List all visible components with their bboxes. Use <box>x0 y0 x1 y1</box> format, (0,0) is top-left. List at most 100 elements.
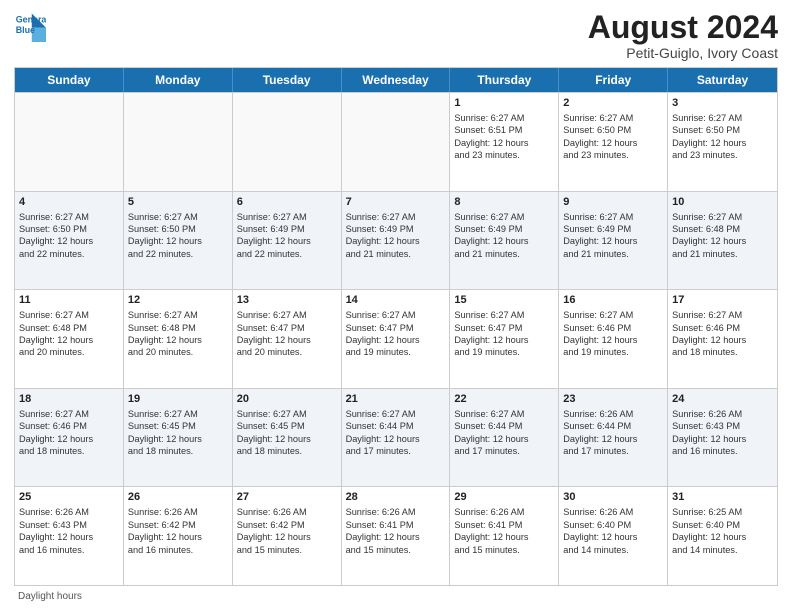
day-info: Sunrise: 6:26 AM Sunset: 6:43 PM Dayligh… <box>672 409 746 456</box>
day-number: 29 <box>454 490 554 505</box>
day-cell-6: 6Sunrise: 6:27 AM Sunset: 6:49 PM Daylig… <box>233 192 342 290</box>
legend: Daylight hours <box>14 591 778 602</box>
day-info: Sunrise: 6:27 AM Sunset: 6:44 PM Dayligh… <box>454 409 528 456</box>
day-cell-13: 13Sunrise: 6:27 AM Sunset: 6:47 PM Dayli… <box>233 290 342 388</box>
day-number: 11 <box>19 293 119 308</box>
logo-icon: General Blue <box>14 10 46 42</box>
day-cell-1: 1 Sunrise: 6:27 AM Sunset: 6:51 PM Daylig… <box>450 93 559 191</box>
header: General Blue August 2024 Petit-Guiglo, I… <box>14 10 778 61</box>
calendar-body: 1 Sunrise: 6:27 AM Sunset: 6:51 PM Daylig… <box>15 92 777 585</box>
day-number: 25 <box>19 490 119 505</box>
day-number: 31 <box>672 490 773 505</box>
day-number: 4 <box>19 195 119 210</box>
calendar-header: SundayMondayTuesdayWednesdayThursdayFrid… <box>15 68 777 92</box>
svg-text:General: General <box>16 14 46 24</box>
day-cell-21: 21 Sunrise: 6:27 AM Sunset: 6:44 PM Dayli… <box>342 389 451 487</box>
day-number: 19 <box>128 392 228 407</box>
empty-cell <box>342 93 451 191</box>
day-info: Sunrise: 6:26 AM Sunset: 6:40 PM Dayligh… <box>563 507 637 554</box>
day-number: 21 <box>346 392 446 407</box>
calendar-row: 4 Sunrise: 6:27 AM Sunset: 6:50 PM Daylig… <box>15 191 777 290</box>
day-info: Sunrise: 6:25 AM Sunset: 6:40 PM Dayligh… <box>672 507 746 554</box>
day-info: Sunrise: 6:27 AM Sunset: 6:45 PM Dayligh… <box>128 409 202 456</box>
day-cell-14: 14Sunrise: 6:27 AM Sunset: 6:47 PM Dayli… <box>342 290 451 388</box>
day-info: Sunrise: 6:27 AM Sunset: 6:47 PM Dayligh… <box>346 310 420 357</box>
subtitle: Petit-Guiglo, Ivory Coast <box>588 45 778 61</box>
day-cell-28: 28Sunrise: 6:26 AM Sunset: 6:41 PM Dayli… <box>342 487 451 585</box>
header-cell-saturday: Saturday <box>668 68 777 92</box>
month-title: August 2024 <box>588 10 778 45</box>
day-info: Sunrise: 6:26 AM Sunset: 6:43 PM Dayligh… <box>19 507 93 554</box>
header-cell-sunday: Sunday <box>15 68 124 92</box>
day-cell-12: 12 Sunrise: 6:27 AM Sunset: 6:48 PM Dayli… <box>124 290 233 388</box>
day-cell-4: 4 Sunrise: 6:27 AM Sunset: 6:50 PM Daylig… <box>15 192 124 290</box>
header-cell-tuesday: Tuesday <box>233 68 342 92</box>
day-number: 6 <box>237 195 337 210</box>
day-number: 1 <box>454 96 554 111</box>
day-info: Sunrise: 6:27 AM Sunset: 6:48 PM Dayligh… <box>19 310 93 357</box>
day-cell-3: 3Sunrise: 6:27 AM Sunset: 6:50 PM Daylig… <box>668 93 777 191</box>
day-number: 7 <box>346 195 446 210</box>
day-cell-17: 17 Sunrise: 6:27 AM Sunset: 6:46 PM Dayli… <box>668 290 777 388</box>
day-info: Sunrise: 6:27 AM Sunset: 6:46 PM Dayligh… <box>19 409 93 456</box>
day-number: 3 <box>672 96 773 111</box>
calendar-row: 11 Sunrise: 6:27 AM Sunset: 6:48 PM Dayli… <box>15 289 777 388</box>
header-cell-friday: Friday <box>559 68 668 92</box>
day-info: Sunrise: 6:27 AM Sunset: 6:50 PM Dayligh… <box>128 212 202 259</box>
day-info: Sunrise: 6:27 AM Sunset: 6:45 PM Dayligh… <box>237 409 311 456</box>
calendar: SundayMondayTuesdayWednesdayThursdayFrid… <box>14 67 778 586</box>
day-number: 24 <box>672 392 773 407</box>
day-number: 27 <box>237 490 337 505</box>
day-info: Sunrise: 6:26 AM Sunset: 6:44 PM Dayligh… <box>563 409 637 456</box>
day-cell-2: 2Sunrise: 6:27 AM Sunset: 6:50 PM Daylig… <box>559 93 668 191</box>
day-info: Sunrise: 6:26 AM Sunset: 6:42 PM Dayligh… <box>128 507 202 554</box>
day-number: 28 <box>346 490 446 505</box>
day-info: Sunrise: 6:27 AM Sunset: 6:46 PM Dayligh… <box>563 310 637 357</box>
day-cell-29: 29 Sunrise: 6:26 AM Sunset: 6:41 PM Dayli… <box>450 487 559 585</box>
day-info: Sunrise: 6:27 AM Sunset: 6:50 PM Dayligh… <box>19 212 93 259</box>
day-number: 9 <box>563 195 663 210</box>
day-cell-22: 22 Sunrise: 6:27 AM Sunset: 6:44 PM Dayli… <box>450 389 559 487</box>
day-info: Sunrise: 6:27 AM Sunset: 6:44 PM Dayligh… <box>346 409 420 456</box>
calendar-row: 1 Sunrise: 6:27 AM Sunset: 6:51 PM Daylig… <box>15 92 777 191</box>
svg-text:Blue: Blue <box>16 25 35 35</box>
day-info: Sunrise: 6:27 AM Sunset: 6:49 PM Dayligh… <box>346 212 420 259</box>
day-number: 17 <box>672 293 773 308</box>
title-area: August 2024 Petit-Guiglo, Ivory Coast <box>588 10 778 61</box>
day-number: 2 <box>563 96 663 111</box>
calendar-row: 25 Sunrise: 6:26 AM Sunset: 6:43 PM Dayli… <box>15 486 777 585</box>
day-info: Sunrise: 6:26 AM Sunset: 6:42 PM Dayligh… <box>237 507 311 554</box>
day-number: 12 <box>128 293 228 308</box>
header-cell-thursday: Thursday <box>450 68 559 92</box>
day-cell-31: 31 Sunrise: 6:25 AM Sunset: 6:40 PM Dayli… <box>668 487 777 585</box>
day-number: 23 <box>563 392 663 407</box>
day-cell-27: 27 Sunrise: 6:26 AM Sunset: 6:42 PM Dayli… <box>233 487 342 585</box>
day-number: 15 <box>454 293 554 308</box>
day-info: Sunrise: 6:27 AM Sunset: 6:48 PM Dayligh… <box>672 212 746 259</box>
day-info: Sunrise: 6:27 AM Sunset: 6:46 PM Dayligh… <box>672 310 746 357</box>
calendar-row: 18 Sunrise: 6:27 AM Sunset: 6:46 PM Dayli… <box>15 388 777 487</box>
header-cell-monday: Monday <box>124 68 233 92</box>
day-number: 18 <box>19 392 119 407</box>
day-cell-25: 25 Sunrise: 6:26 AM Sunset: 6:43 PM Dayli… <box>15 487 124 585</box>
day-cell-5: 5 Sunrise: 6:27 AM Sunset: 6:50 PM Daylig… <box>124 192 233 290</box>
empty-cell <box>233 93 342 191</box>
day-number: 30 <box>563 490 663 505</box>
header-cell-wednesday: Wednesday <box>342 68 451 92</box>
day-info: Sunrise: 6:27 AM Sunset: 6:48 PM Dayligh… <box>128 310 202 357</box>
day-number: 22 <box>454 392 554 407</box>
day-info: Sunrise: 6:27 AM Sunset: 6:49 PM Dayligh… <box>454 212 528 259</box>
day-number: 8 <box>454 195 554 210</box>
day-cell-30: 30 Sunrise: 6:26 AM Sunset: 6:40 PM Dayli… <box>559 487 668 585</box>
day-cell-26: 26Sunrise: 6:26 AM Sunset: 6:42 PM Dayli… <box>124 487 233 585</box>
day-cell-8: 8 Sunrise: 6:27 AM Sunset: 6:49 PM Daylig… <box>450 192 559 290</box>
day-number: 10 <box>672 195 773 210</box>
day-cell-9: 9Sunrise: 6:27 AM Sunset: 6:49 PM Daylig… <box>559 192 668 290</box>
day-info: Sunrise: 6:27 AM Sunset: 6:51 PM Dayligh… <box>454 113 528 160</box>
day-info: Sunrise: 6:26 AM Sunset: 6:41 PM Dayligh… <box>454 507 528 554</box>
day-number: 5 <box>128 195 228 210</box>
day-cell-15: 15Sunrise: 6:27 AM Sunset: 6:47 PM Dayli… <box>450 290 559 388</box>
page: General Blue August 2024 Petit-Guiglo, I… <box>0 0 792 612</box>
empty-cell <box>124 93 233 191</box>
day-number: 16 <box>563 293 663 308</box>
